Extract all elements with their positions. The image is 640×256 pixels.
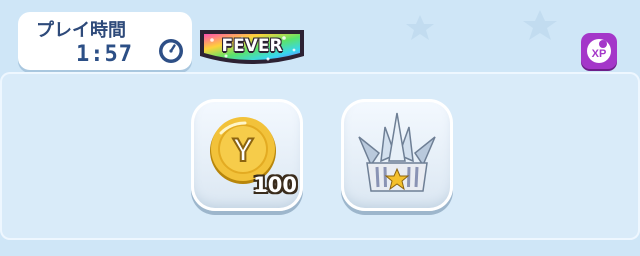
fever-label: FEVER xyxy=(221,36,283,56)
reward-slot-coin[interactable]: Y 100 xyxy=(191,99,303,211)
reward-panel: Y 100 xyxy=(0,72,640,240)
fever-badge: FEVER xyxy=(196,26,308,72)
xp-bubble-icon: XP xyxy=(587,39,611,63)
coin-letter: Y xyxy=(232,132,253,168)
play-time-value: 1:57 xyxy=(76,42,133,67)
reward-slot-crown[interactable] xyxy=(341,99,453,211)
stopwatch-icon xyxy=(159,39,183,63)
coin-count: 100 xyxy=(253,173,297,197)
crystal-crown-icon xyxy=(358,112,436,192)
xp-button[interactable]: XP xyxy=(581,33,617,69)
play-time-label: プレイ時間 xyxy=(36,20,126,41)
xp-label: XP xyxy=(592,48,607,60)
